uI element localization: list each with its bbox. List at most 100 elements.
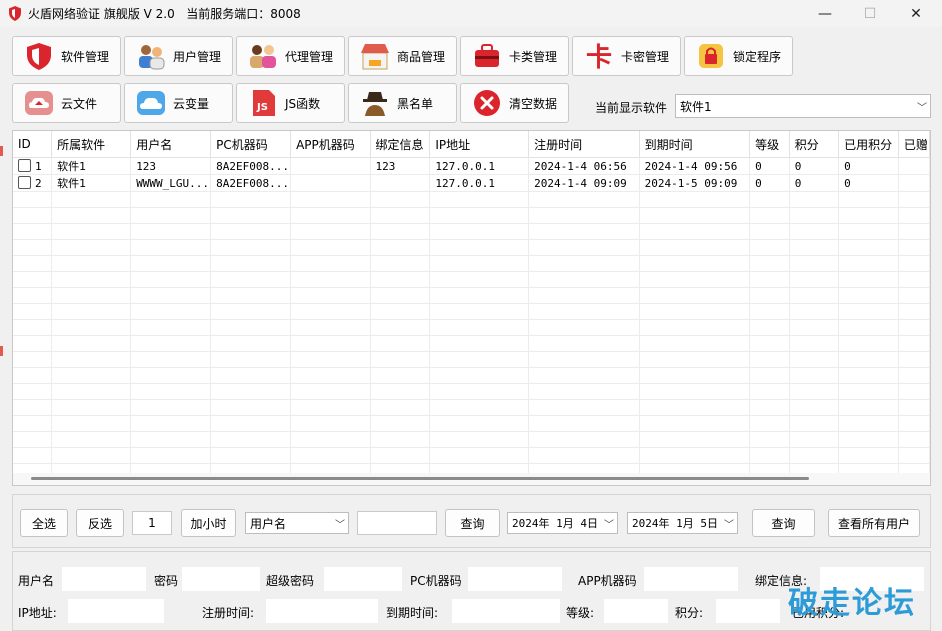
add-hours-button[interactable]: 加小时	[181, 509, 236, 537]
level-cell: 0	[749, 174, 790, 192]
empty-cell	[370, 335, 431, 352]
app-code-field[interactable]	[644, 567, 738, 591]
shield-logo-icon	[9, 6, 21, 21]
password-field[interactable]	[182, 567, 260, 591]
row-checkbox[interactable]	[18, 159, 31, 172]
empty-row	[13, 191, 930, 208]
empty-cell	[130, 383, 212, 400]
col-header-expire-time[interactable]: 到期时间	[639, 131, 751, 158]
col-header-level[interactable]: 等级	[749, 131, 790, 158]
close-button[interactable]: ✕	[893, 0, 939, 27]
empty-cell	[290, 431, 371, 448]
date-from-picker[interactable]: 2024年 1月 4日 ﹀	[507, 512, 618, 534]
software-select[interactable]: 软件1 ﹀	[675, 94, 931, 118]
points-field[interactable]	[716, 599, 780, 623]
card-type-manage-button[interactable]: 卡类管理	[460, 36, 569, 76]
empty-cell	[528, 287, 640, 304]
empty-cell	[130, 303, 212, 320]
empty-cell	[370, 223, 431, 240]
current-software-label: 当前显示软件	[595, 101, 668, 115]
invert-selection-button[interactable]: 反选	[76, 509, 124, 537]
col-header-software[interactable]: 所属软件	[51, 131, 132, 158]
date-to-picker[interactable]: 2024年 1月 5日 ﹀	[627, 512, 738, 534]
reg-time-field[interactable]	[266, 599, 378, 623]
toolbox-icon	[475, 44, 499, 67]
empty-cell	[639, 287, 751, 304]
empty-rows	[13, 191, 930, 480]
empty-cell	[838, 447, 899, 464]
software-manage-button[interactable]: 软件管理	[12, 36, 121, 76]
edge-marker	[0, 346, 3, 356]
empty-row	[13, 367, 930, 384]
empty-cell	[13, 239, 53, 256]
empty-cell	[639, 239, 751, 256]
empty-cell	[528, 431, 640, 448]
scrollbar-thumb[interactable]	[31, 477, 809, 480]
col-header-gifted[interactable]: 已赠	[898, 131, 930, 158]
level-field[interactable]	[604, 599, 668, 623]
col-header-bind-info[interactable]: 绑定信息	[370, 131, 431, 158]
hours-input[interactable]: 1	[132, 511, 172, 535]
query-button[interactable]: 查询	[445, 509, 500, 537]
level-label: 等级:	[566, 606, 595, 620]
empty-cell	[838, 415, 899, 432]
empty-cell	[210, 319, 292, 336]
lock-program-button[interactable]: 锁定程序	[684, 36, 793, 76]
username-field[interactable]	[62, 567, 146, 591]
product-manage-button[interactable]: 商品管理	[348, 36, 457, 76]
col-header-points[interactable]: 积分	[789, 131, 840, 158]
empty-cell	[639, 447, 751, 464]
user-manage-button[interactable]: 用户管理	[124, 36, 233, 76]
row-checkbox[interactable]	[18, 176, 31, 189]
empty-cell	[290, 335, 371, 352]
empty-cell	[210, 399, 292, 416]
empty-cell	[51, 287, 132, 304]
col-header-id[interactable]: ID	[13, 131, 53, 158]
empty-cell	[370, 303, 431, 320]
col-header-reg-time[interactable]: 注册时间	[528, 131, 640, 158]
ip-field[interactable]	[68, 599, 164, 623]
empty-cell	[898, 335, 930, 352]
field-select[interactable]: 用户名 ﹀	[245, 512, 349, 534]
cloud-variable-button[interactable]: 云变量	[124, 83, 233, 123]
empty-cell	[51, 271, 132, 288]
empty-cell	[639, 399, 751, 416]
horizontal-scrollbar[interactable]	[13, 473, 930, 485]
empty-cell	[789, 431, 840, 448]
id-cell[interactable]: 1	[13, 157, 53, 175]
expire-time-field[interactable]	[452, 599, 560, 623]
blacklist-button[interactable]: 黑名单	[348, 83, 457, 123]
cloud-file-button[interactable]: 云文件	[12, 83, 121, 123]
view-all-users-button[interactable]: 查看所有用户	[828, 509, 920, 537]
table-row[interactable]: 2 软件1 WWWW_LGU... 8A2EF008... 127.0.0.1 …	[13, 174, 930, 192]
super-password-field[interactable]	[324, 567, 402, 591]
empty-cell	[51, 191, 132, 208]
card-key-manage-button[interactable]: 卡 卡密管理	[572, 36, 681, 76]
table-row[interactable]: 1 软件1 123 8A2EF008... 123 127.0.0.1 2024…	[13, 157, 930, 175]
empty-cell	[789, 447, 840, 464]
clear-data-button[interactable]: 清空数据	[460, 83, 569, 123]
empty-row	[13, 335, 930, 352]
empty-cell	[290, 415, 371, 432]
username-cell: WWWW_LGU...	[130, 174, 212, 192]
pc-code-field[interactable]	[468, 567, 562, 591]
col-header-pc-code[interactable]: PC机器码	[210, 131, 292, 158]
col-header-ip[interactable]: IP地址	[429, 131, 530, 158]
search-input[interactable]	[357, 511, 437, 535]
minimize-button[interactable]: —	[802, 0, 848, 27]
empty-cell	[528, 303, 640, 320]
empty-cell	[528, 351, 640, 368]
empty-cell	[838, 207, 899, 224]
col-header-app-code[interactable]: APP机器码	[290, 131, 371, 158]
query-by-date-button[interactable]: 查询	[752, 509, 815, 537]
agent-manage-button[interactable]: 代理管理	[236, 36, 345, 76]
empty-cell	[749, 239, 790, 256]
col-header-username[interactable]: 用户名	[130, 131, 212, 158]
select-all-button[interactable]: 全选	[20, 509, 68, 537]
js-function-button[interactable]: JS JS函数	[236, 83, 345, 123]
empty-cell	[898, 431, 930, 448]
id-cell[interactable]: 2	[13, 174, 53, 192]
empty-cell	[290, 351, 371, 368]
maximize-button[interactable]: ☐	[847, 0, 893, 27]
col-header-used-points[interactable]: 已用积分	[838, 131, 899, 158]
